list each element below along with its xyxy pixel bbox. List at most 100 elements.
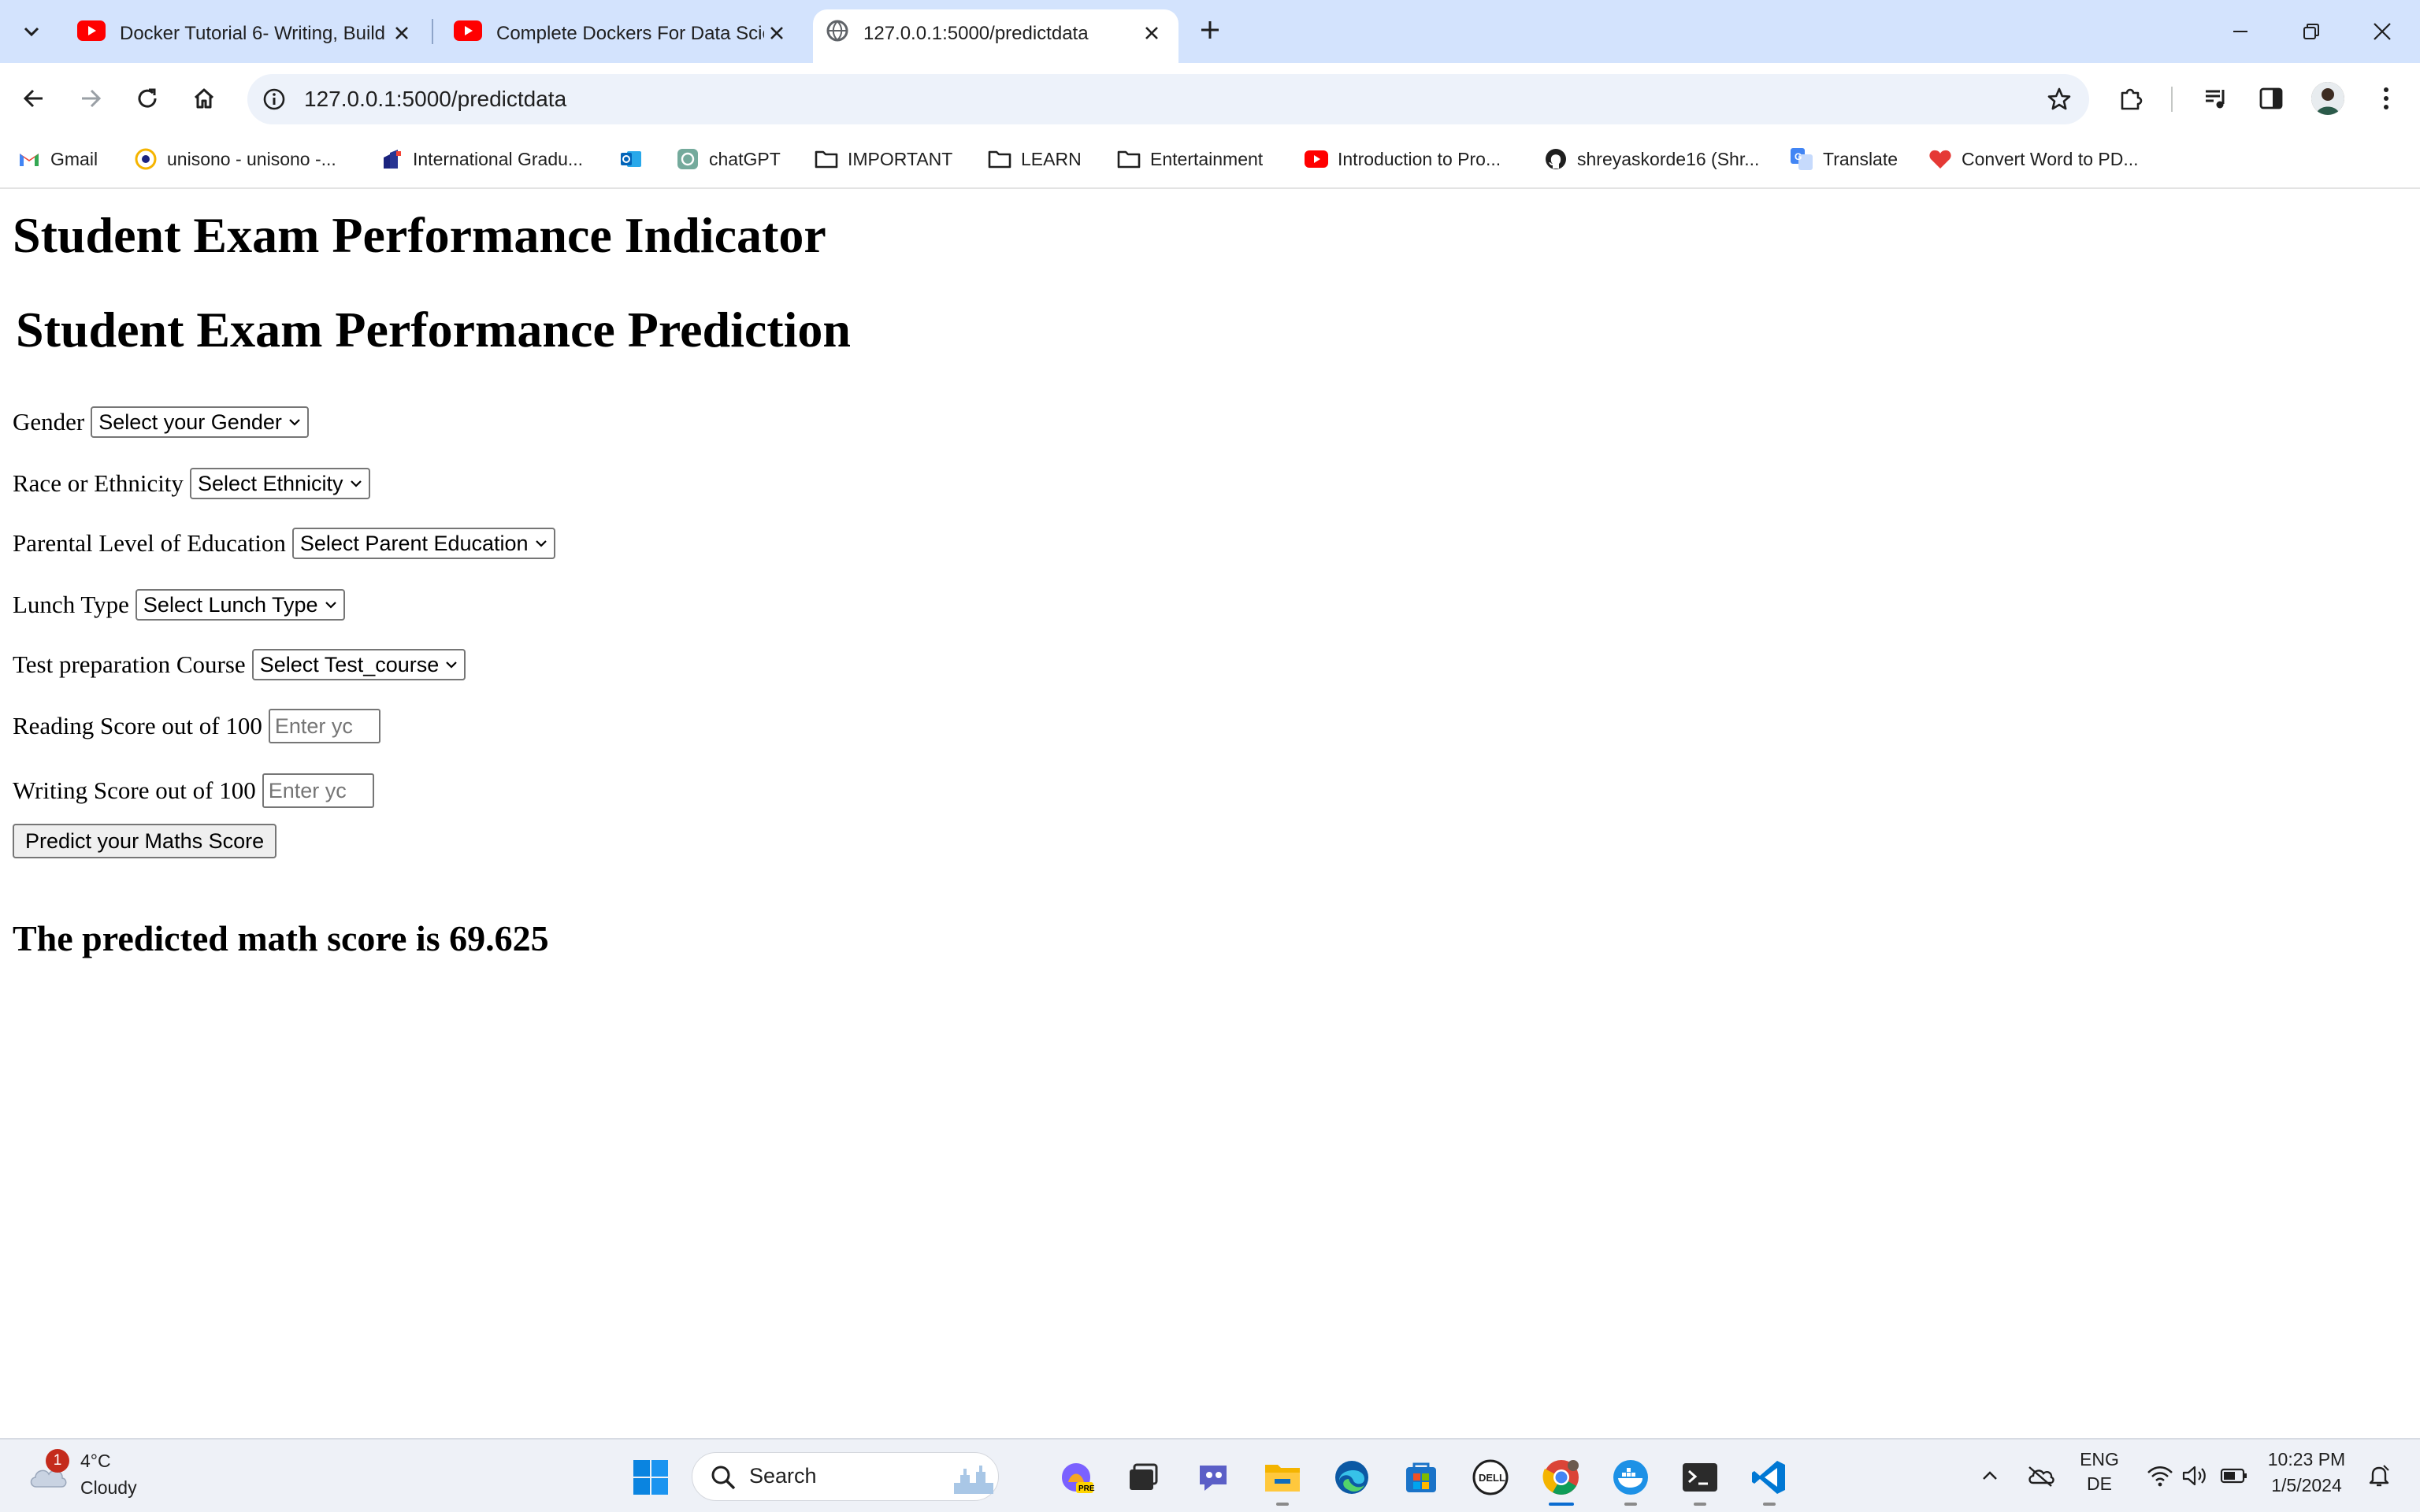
tab-close-button[interactable] <box>388 19 416 47</box>
language-indicator[interactable]: ENG DE <box>2080 1449 2119 1495</box>
taskbar-teams[interactable] <box>1193 1457 1234 1498</box>
bookmark-chatgpt[interactable]: chatGPT <box>676 143 781 175</box>
bookmark-folder-important[interactable]: IMPORTANT <box>815 143 952 175</box>
tab-strip: Docker Tutorial 6- Writing, Build Comple… <box>0 0 2420 63</box>
bookmark-folder-learn[interactable]: LEARN <box>988 143 1082 175</box>
taskbar-task-view[interactable] <box>1122 1457 1163 1498</box>
bookmark-label: Entertainment <box>1150 148 1264 169</box>
side-panel-button[interactable] <box>2253 80 2289 117</box>
bookmark-label: unisono - unisono -... <box>167 148 336 169</box>
taskbar-vscode[interactable] <box>1749 1457 1790 1498</box>
chevron-down-icon <box>350 480 362 487</box>
restore-button[interactable] <box>2296 16 2327 47</box>
copilot-icon: PRE <box>1062 1463 1095 1493</box>
form-title: Student Exam Performance Prediction <box>16 302 851 358</box>
tab-title: Docker Tutorial 6- Writing, Build <box>120 23 386 44</box>
back-button[interactable] <box>16 80 52 117</box>
taskbar-file-explorer[interactable] <box>1262 1457 1303 1498</box>
university-icon <box>380 147 403 171</box>
bookmark-unisono[interactable]: unisono - unisono -... <box>134 143 336 175</box>
tab-predictdata[interactable]: 127.0.0.1:5000/predictdata <box>813 9 1178 63</box>
svg-text:PRE: PRE <box>1078 1484 1095 1493</box>
show-hidden-icons-button[interactable] <box>1974 1460 2006 1492</box>
taskbar-copilot[interactable]: PRE <box>1056 1457 1097 1498</box>
globe-icon <box>826 20 848 42</box>
test-prep-select[interactable]: Select Test_course <box>251 649 466 680</box>
lunch-type-row: Lunch Type Select Lunch Type <box>13 587 345 622</box>
youtube-icon <box>77 20 106 41</box>
chevron-down-icon <box>446 662 458 669</box>
close-window-button[interactable] <box>2366 16 2398 47</box>
tab-close-button[interactable] <box>1138 19 1166 47</box>
bell-icon <box>2369 1465 2389 1487</box>
home-button[interactable] <box>186 80 222 117</box>
tab-title: 127.0.0.1:5000/predictdata <box>863 23 1089 44</box>
address-bar[interactable]: 127.0.0.1:5000/predictdata <box>247 74 2089 124</box>
tab-close-button[interactable] <box>763 19 791 47</box>
bookmark-introduction-to-pro[interactable]: Introduction to Pro... <box>1305 143 1501 175</box>
menu-button[interactable] <box>2368 80 2404 117</box>
onedrive-tray[interactable] <box>2025 1460 2056 1492</box>
keyboard-layout: DE <box>2087 1473 2112 1494</box>
profile-avatar[interactable] <box>2311 82 2344 115</box>
volume-tray[interactable] <box>2179 1460 2210 1492</box>
store-icon <box>1406 1462 1436 1492</box>
ethnicity-row: Race or Ethnicity Select Ethnicity <box>13 466 370 501</box>
folder-icon <box>1117 147 1141 171</box>
gender-select[interactable]: Select your Gender <box>91 406 309 438</box>
page-title: Student Exam Performance Indicator <box>13 207 826 263</box>
forward-button[interactable] <box>72 80 109 117</box>
bookmark-gmail[interactable]: Gmail <box>17 143 98 175</box>
reload-button[interactable] <box>129 80 165 117</box>
svg-text:G: G <box>1795 151 1802 162</box>
reading-score-input[interactable] <box>268 709 380 743</box>
chevron-down-icon <box>24 27 39 37</box>
search-highlight-icon <box>954 1466 993 1494</box>
bookmark-translate[interactable]: G Translate <box>1790 143 1898 175</box>
taskbar-chrome[interactable] <box>1541 1457 1582 1498</box>
new-tab-button[interactable] <box>1194 14 1226 46</box>
wifi-tray[interactable] <box>2144 1460 2176 1492</box>
wifi-icon <box>2147 1466 2173 1487</box>
extensions-button[interactable] <box>2113 80 2149 117</box>
vscode-icon <box>1752 1461 1785 1494</box>
taskbar-store[interactable] <box>1401 1457 1442 1498</box>
teams-icon <box>1200 1466 1227 1491</box>
media-controls-button[interactable] <box>2198 80 2234 117</box>
battery-tray[interactable] <box>2218 1460 2250 1492</box>
lunch-type-select[interactable]: Select Lunch Type <box>135 589 345 621</box>
ethnicity-select[interactable]: Select Ethnicity <box>189 468 370 499</box>
writing-score-label: Writing Score out of 100 <box>13 776 256 804</box>
taskbar-dell[interactable]: DELL <box>1470 1457 1511 1498</box>
tab-complete-dockers[interactable]: Complete Dockers For Data Scie <box>435 9 805 63</box>
chevron-down-icon <box>289 419 300 426</box>
start-button[interactable] <box>630 1457 671 1498</box>
taskbar-docker[interactable] <box>1610 1457 1651 1498</box>
taskbar-edge[interactable] <box>1331 1457 1372 1498</box>
minimize-button[interactable] <box>2225 16 2256 47</box>
bookmark-convert-word-to-pdf[interactable]: Convert Word to PD... <box>1928 143 2139 175</box>
url-text[interactable]: 127.0.0.1:5000/predictdata <box>304 85 566 113</box>
bookmark-label: International Gradu... <box>413 148 584 169</box>
bookmark-folder-entertainment[interactable]: Entertainment <box>1117 143 1263 175</box>
site-info-icon[interactable] <box>258 83 290 115</box>
clock[interactable]: 10:23 PM 1/5/2024 <box>2261 1449 2352 1496</box>
bookmark-outlook[interactable] <box>619 143 652 175</box>
writing-score-input[interactable] <box>262 773 374 808</box>
weather-alert-badge: 1 <box>46 1449 69 1473</box>
chatgpt-icon <box>676 147 700 171</box>
predict-button[interactable]: Predict your Maths Score <box>13 824 277 858</box>
tab-docker-tutorial[interactable]: Docker Tutorial 6- Writing, Build <box>58 9 429 63</box>
running-indicator <box>1763 1503 1776 1506</box>
parental-education-select[interactable]: Select Parent Education <box>291 528 555 559</box>
close-icon <box>395 27 408 39</box>
bookmark-international-graduate[interactable]: International Gradu... <box>380 143 583 175</box>
tab-search-button[interactable] <box>11 13 52 50</box>
notifications-button[interactable] <box>2363 1460 2395 1492</box>
taskbar-search[interactable]: Search <box>692 1452 999 1501</box>
close-icon <box>2374 23 2391 40</box>
taskbar-terminal[interactable] <box>1680 1457 1720 1498</box>
bookmark-star-icon[interactable] <box>2043 83 2075 115</box>
bookmark-github[interactable]: shreyaskorde16 (Shr... <box>1544 143 1759 175</box>
parental-education-label: Parental Level of Education <box>13 529 286 557</box>
